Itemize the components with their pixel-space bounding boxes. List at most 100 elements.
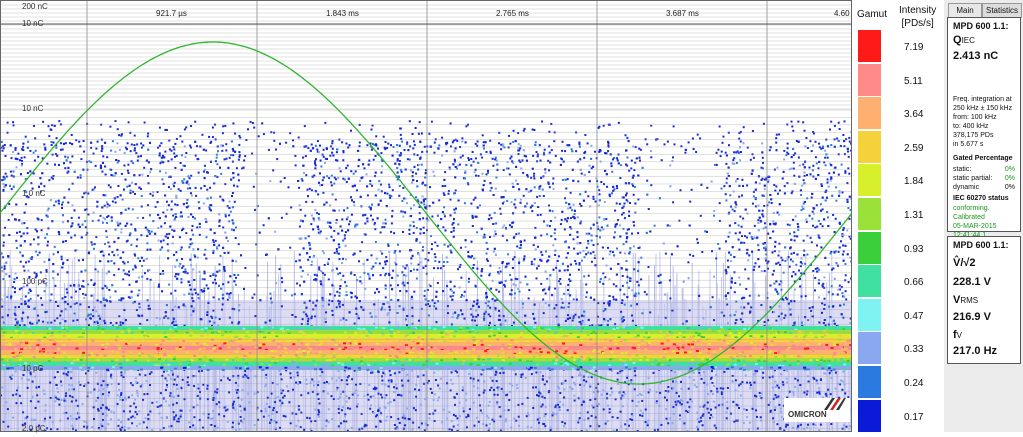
pd-point — [468, 256, 470, 258]
pd-point — [821, 312, 823, 314]
pd-point — [508, 146, 510, 148]
pd-point — [391, 222, 393, 224]
pd-point — [404, 267, 406, 269]
pd-point — [378, 189, 380, 191]
pd-streak — [691, 363, 692, 432]
pd-point — [349, 311, 351, 313]
pd-point — [340, 319, 342, 321]
pd-point — [320, 160, 322, 162]
pd-point — [626, 296, 628, 298]
pd-point — [345, 319, 347, 321]
pd-point — [322, 305, 324, 307]
pd-point — [728, 252, 730, 254]
pd-point — [444, 185, 446, 187]
pd-point — [29, 289, 31, 291]
pd-point — [685, 149, 687, 151]
pd-point — [227, 240, 229, 242]
pd-point — [727, 260, 729, 262]
pd-point — [3, 176, 5, 178]
pd-point — [121, 297, 123, 299]
pd-point — [360, 306, 362, 308]
pd-point — [625, 164, 627, 166]
pd-point — [519, 291, 521, 293]
pd-point — [223, 266, 225, 268]
pd-point — [608, 142, 610, 144]
pd-point — [436, 291, 438, 293]
pd-point — [135, 152, 137, 154]
pd-point — [502, 261, 504, 263]
pd-point — [830, 164, 832, 166]
pd-point — [812, 165, 814, 167]
pd-point — [142, 144, 144, 146]
pd-point — [175, 251, 177, 253]
pd-point — [412, 175, 414, 177]
pd-point — [713, 215, 715, 217]
pd-point — [5, 273, 7, 275]
pd-point — [380, 200, 382, 202]
pd-point — [369, 278, 371, 280]
pd-point — [588, 233, 590, 235]
pd-point — [312, 308, 314, 310]
pd-point — [367, 273, 369, 275]
pd-point — [812, 225, 814, 227]
pd-point — [146, 160, 148, 162]
pd-point — [567, 217, 569, 219]
pd-point — [66, 271, 68, 273]
pd-point — [336, 149, 338, 151]
pd-point — [175, 324, 177, 326]
pd-point — [319, 184, 321, 186]
pd-point — [202, 278, 204, 280]
pd-point — [234, 201, 236, 203]
pd-point — [611, 165, 613, 167]
pd-point — [64, 167, 66, 169]
pd-point — [3, 234, 5, 236]
pd-point — [518, 143, 520, 145]
pd-point — [117, 142, 119, 144]
pd-point — [14, 306, 16, 308]
pd-point — [471, 319, 473, 321]
pd-point — [443, 213, 445, 215]
pd-point — [432, 202, 434, 204]
pd-point — [133, 174, 135, 176]
pd-point — [746, 185, 748, 187]
pd-point — [742, 242, 744, 244]
pd-point — [633, 225, 635, 227]
pd-point — [67, 167, 69, 169]
pd-point — [753, 269, 755, 271]
pd-point — [450, 231, 452, 233]
pd-point — [577, 253, 579, 255]
pd-point — [835, 200, 837, 202]
pd-point — [119, 223, 121, 225]
pd-point — [310, 150, 312, 152]
pd-point — [517, 288, 519, 290]
pd-point — [79, 226, 81, 228]
pd-point — [799, 165, 801, 167]
pd-point — [478, 306, 480, 308]
pd-point — [622, 285, 624, 287]
pd-point — [21, 303, 23, 305]
pd-point — [295, 260, 297, 262]
pd-point — [800, 194, 802, 196]
pd-point — [372, 219, 374, 221]
pd-point — [631, 233, 633, 235]
pd-point — [218, 244, 220, 246]
pd-point — [79, 288, 81, 290]
pd-point — [849, 322, 851, 324]
pd-point — [733, 151, 735, 153]
pd-point — [613, 298, 615, 300]
pd-point — [311, 264, 313, 266]
pd-point — [126, 273, 128, 275]
pd-point — [272, 169, 274, 171]
pd-point — [508, 263, 510, 265]
pd-point — [594, 255, 596, 257]
pd-point — [764, 222, 766, 224]
pd-point — [21, 157, 23, 159]
pd-point — [10, 171, 12, 173]
pd-point — [411, 182, 413, 184]
pd-point — [702, 318, 704, 320]
pd-point — [616, 248, 618, 250]
pd-point — [486, 253, 488, 255]
pd-point — [375, 172, 377, 174]
pd-point — [752, 203, 754, 205]
pd-point — [388, 274, 390, 276]
